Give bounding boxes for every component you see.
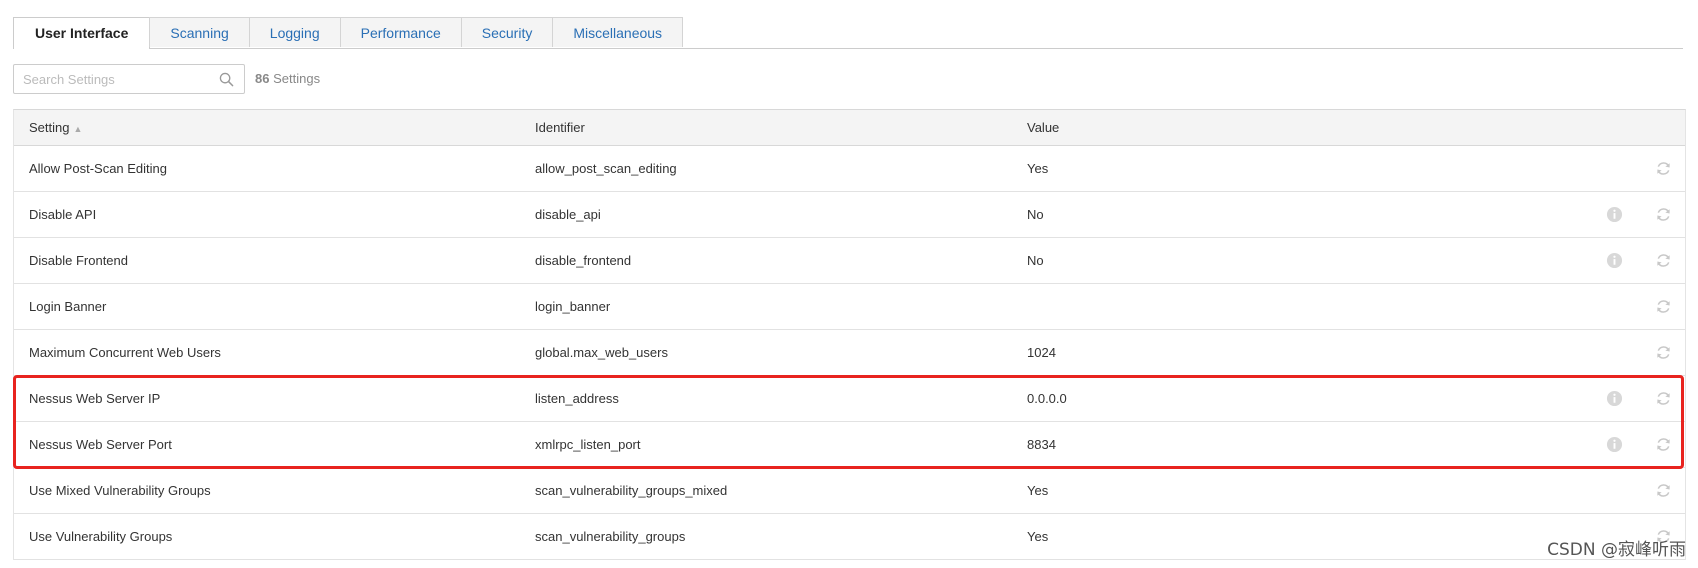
watermark: CSDN @寂峰听雨 <box>1547 540 1686 560</box>
setting-name: Nessus Web Server Port <box>29 437 172 452</box>
search-box <box>13 64 245 94</box>
reset-icon[interactable] <box>1655 298 1672 315</box>
tab-security[interactable]: Security <box>460 17 554 47</box>
settings-tabs: User Interface Scanning Logging Performa… <box>13 17 1683 49</box>
sort-ascending-icon: ▲ <box>73 124 83 134</box>
setting-identifier: scan_vulnerability_groups <box>535 529 686 544</box>
setting-identifier: login_banner <box>535 299 611 314</box>
setting-name: Nessus Web Server IP <box>29 391 161 406</box>
column-header-setting-label: Setting <box>29 120 70 135</box>
column-header-identifier[interactable]: Identifier <box>535 120 585 135</box>
table-row[interactable]: Nessus Web Server Port xmlrpc_listen_port… <box>14 422 1685 468</box>
table-header: Setting ▲ Identifier Value <box>14 110 1685 146</box>
reset-icon[interactable] <box>1655 390 1672 407</box>
table-body: Allow Post-Scan Editing allow_post_scan_e… <box>14 146 1685 560</box>
info-icon[interactable] <box>1606 252 1623 269</box>
table-row[interactable]: Disable API disable_api No <box>14 192 1685 238</box>
setting-value: No <box>1027 207 1044 222</box>
setting-identifier: scan_vulnerability_groups_mixed <box>535 483 728 498</box>
settings-page: User Interface Scanning Logging Performa… <box>0 0 1698 568</box>
setting-value: 8834 <box>1027 437 1056 452</box>
setting-name: Allow Post-Scan Editing <box>29 161 168 176</box>
setting-identifier: allow_post_scan_editing <box>535 161 677 176</box>
setting-name: Maximum Concurrent Web Users <box>29 345 221 360</box>
setting-value: Yes <box>1027 529 1049 544</box>
settings-count: 86 Settings <box>255 71 320 86</box>
reset-icon[interactable] <box>1655 482 1672 499</box>
setting-name: Disable Frontend <box>29 253 128 268</box>
setting-value: 0.0.0.0 <box>1027 391 1067 406</box>
search-icon[interactable] <box>219 72 234 87</box>
reset-icon[interactable] <box>1655 206 1672 223</box>
info-icon[interactable] <box>1606 206 1623 223</box>
reset-icon[interactable] <box>1655 344 1672 361</box>
setting-value: Yes <box>1027 483 1049 498</box>
column-header-value[interactable]: Value <box>1027 120 1059 135</box>
table-row[interactable]: Nessus Web Server IP listen_address 0.0.0.… <box>14 376 1685 422</box>
tab-scanning[interactable]: Scanning <box>149 17 250 47</box>
setting-value: 1024 <box>1027 345 1056 360</box>
settings-count-label: Settings <box>273 71 321 86</box>
table-row[interactable]: Maximum Concurrent Web Users global.max_w… <box>14 330 1685 376</box>
table-row[interactable]: Disable Frontend disable_frontend No <box>14 238 1685 284</box>
table-row[interactable]: Use Vulnerability Groups scan_vulnerabili… <box>14 514 1685 560</box>
table-row[interactable]: Use Mixed Vulnerability Groups scan_vulne… <box>14 468 1685 514</box>
column-header-setting[interactable]: Setting ▲ <box>29 120 82 135</box>
tab-miscellaneous[interactable]: Miscellaneous <box>552 17 684 47</box>
settings-table: Setting ▲ Identifier Value Allow Post-Sca… <box>13 109 1686 560</box>
setting-identifier: xmlrpc_listen_port <box>535 437 641 452</box>
table-row[interactable]: Login Banner login_banner <box>14 284 1685 330</box>
setting-value: No <box>1027 253 1044 268</box>
settings-count-number: 86 <box>255 71 270 86</box>
search-input[interactable] <box>23 66 218 92</box>
tab-logging[interactable]: Logging <box>248 17 341 47</box>
setting-identifier: disable_api <box>535 207 601 222</box>
setting-name: Use Mixed Vulnerability Groups <box>29 483 211 498</box>
setting-identifier: global.max_web_users <box>535 345 668 360</box>
setting-identifier: disable_frontend <box>535 253 632 268</box>
setting-value: Yes <box>1027 161 1049 176</box>
tab-performance[interactable]: Performance <box>339 17 462 47</box>
table-row[interactable]: Allow Post-Scan Editing allow_post_scan_e… <box>14 146 1685 192</box>
info-icon[interactable] <box>1606 436 1623 453</box>
setting-identifier: listen_address <box>535 391 619 406</box>
tab-user-interface[interactable]: User Interface <box>13 17 151 49</box>
setting-name: Disable API <box>29 207 97 222</box>
reset-icon[interactable] <box>1655 252 1672 269</box>
reset-icon[interactable] <box>1655 160 1672 177</box>
info-icon[interactable] <box>1606 390 1623 407</box>
setting-name: Use Vulnerability Groups <box>29 529 173 544</box>
reset-icon[interactable] <box>1655 436 1672 453</box>
setting-name: Login Banner <box>29 299 107 314</box>
